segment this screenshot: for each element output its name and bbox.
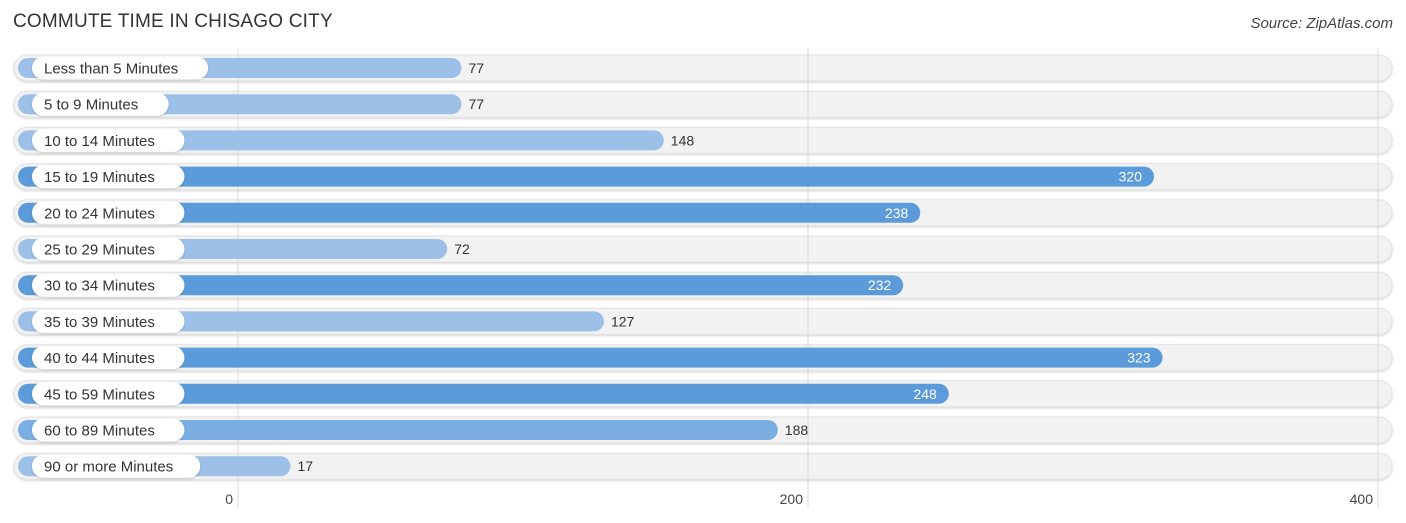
value-label: 238 (885, 205, 909, 221)
x-tick-label: 200 (780, 491, 804, 507)
bar (18, 347, 1163, 368)
value-label: 72 (454, 241, 470, 257)
value-label: 232 (868, 277, 892, 293)
value-label: 188 (785, 422, 809, 438)
value-label: 77 (468, 60, 484, 76)
category-label: 40 to 44 Minutes (44, 350, 155, 367)
value-label: 148 (671, 132, 695, 148)
value-label: 127 (611, 313, 635, 329)
category-label: 20 to 24 Minutes (44, 205, 155, 222)
x-tick-label: 400 (1350, 491, 1374, 507)
category-label: 15 to 19 Minutes (44, 169, 155, 186)
value-label: 248 (913, 386, 937, 402)
category-label: Less than 5 Minutes (44, 61, 178, 78)
category-label: 30 to 34 Minutes (44, 278, 155, 295)
category-label: 60 to 89 Minutes (44, 423, 155, 440)
x-tick-label: 0 (225, 491, 233, 507)
x-axis-ticks: 0 200 400 (225, 491, 1373, 507)
value-label: 17 (297, 458, 313, 474)
value-label: 77 (468, 96, 484, 112)
value-label: 320 (1119, 169, 1143, 185)
category-label: 45 to 59 Minutes (44, 386, 155, 403)
bar-chart: Less than 5 Minutes 77 5 to 9 Minutes 77 10 … (13, 48, 1393, 508)
category-label: 35 to 39 Minutes (44, 314, 155, 331)
value-label: 323 (1127, 350, 1151, 366)
category-label: 5 to 9 Minutes (44, 97, 138, 114)
row-tracks (13, 54, 1393, 480)
category-label: 90 or more Minutes (44, 459, 173, 476)
category-label: 25 to 29 Minutes (44, 242, 155, 259)
bars: Less than 5 Minutes 77 5 to 9 Minutes 77 10 … (18, 56, 1163, 478)
category-label: 10 to 14 Minutes (44, 133, 155, 150)
bar (18, 166, 1154, 187)
